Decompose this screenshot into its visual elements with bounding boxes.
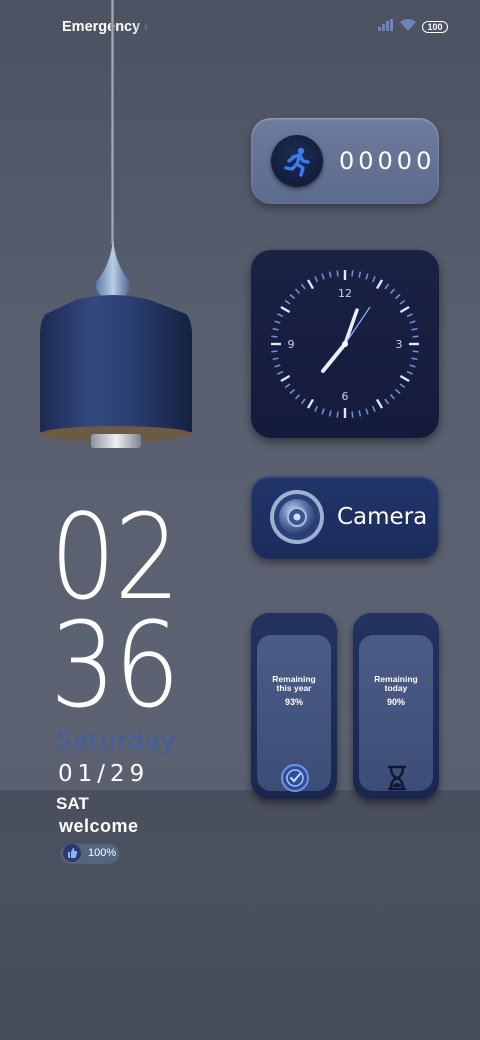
status-carrier: Emergency c <box>62 19 148 35</box>
clock-tick <box>300 283 306 290</box>
battery-pill-text: 100% <box>88 847 117 859</box>
camera-lens-icon <box>270 490 324 544</box>
clock-tick <box>284 299 291 305</box>
clock-tick <box>271 350 278 353</box>
remaining-today-title: Remaining today <box>359 675 433 693</box>
clock-tick <box>358 410 362 417</box>
clock-tick <box>277 313 284 318</box>
clock-check-icon <box>281 764 309 792</box>
clock-tick <box>336 411 339 418</box>
clock-tick <box>389 393 396 400</box>
steps-widget[interactable]: 00000 <box>251 118 439 204</box>
clock-tick <box>328 410 332 417</box>
clock-tick <box>289 293 296 300</box>
remaining-today-percent: 90% <box>386 697 405 707</box>
clock-tick <box>406 313 413 318</box>
clock-tick <box>412 350 419 353</box>
clock-tick <box>321 273 325 280</box>
clock-tick <box>274 364 281 368</box>
clock-tick <box>365 408 369 415</box>
signal-icon <box>378 18 394 36</box>
clock-face: 12 3 6 9 <box>271 270 419 418</box>
clock-tick <box>294 288 301 295</box>
clock-tick <box>375 398 384 409</box>
pendant-lamp <box>40 240 192 448</box>
remaining-today-widget[interactable]: Remaining today 90% <box>353 613 439 799</box>
battery-pill[interactable]: 100% <box>60 842 120 864</box>
day-name: Saturday <box>56 726 177 755</box>
clock-tick <box>328 271 332 278</box>
date: 01/29 <box>58 761 150 787</box>
clock-numeral-3: 3 <box>396 338 403 351</box>
clock-tick <box>365 273 369 280</box>
clock-tick <box>271 335 278 338</box>
clock-center <box>342 341 348 347</box>
camera-widget[interactable]: Camera <box>251 476 439 559</box>
clock-tick <box>277 370 284 375</box>
clock-tick <box>274 320 281 324</box>
remaining-year-title: Remaining this year <box>257 675 331 693</box>
clock-tick <box>375 279 384 290</box>
clock-tick <box>411 357 418 361</box>
clock-tick <box>306 398 315 409</box>
remaining-today-title-line2: today <box>384 683 408 693</box>
clock-tick <box>399 305 410 314</box>
clock-tick <box>399 383 406 389</box>
clock-tick <box>411 327 418 331</box>
remaining-today-card: Remaining today 90% <box>359 635 433 791</box>
clock-tick <box>314 405 319 412</box>
clock-tick <box>406 370 413 375</box>
clock-tick <box>384 398 390 405</box>
welcome-text: welcome <box>59 816 139 836</box>
clock-tick <box>384 283 390 290</box>
clock-tick <box>289 388 296 395</box>
remaining-year-card: Remaining this year 93% <box>257 635 331 792</box>
clock-tick <box>409 320 416 324</box>
status-icons: 100 <box>378 18 448 36</box>
clock-tick <box>351 270 354 277</box>
clock-tick <box>371 405 376 412</box>
clock-numeral-9: 9 <box>288 338 295 351</box>
lamp-cord <box>111 0 114 244</box>
clock-tick <box>284 383 291 389</box>
time-minutes: 36 <box>50 596 180 734</box>
hour-hand <box>321 342 347 373</box>
clock-tick <box>300 398 306 405</box>
analog-clock-widget[interactable]: 12 3 6 9 <box>251 250 439 438</box>
wifi-icon <box>400 18 416 36</box>
clock-tick <box>280 374 291 383</box>
minute-hand <box>343 308 359 346</box>
clock-tick <box>294 393 301 400</box>
clock-tick <box>306 279 315 290</box>
camera-label: Camera <box>337 504 428 530</box>
clock-tick <box>394 388 401 395</box>
clock-tick <box>399 374 410 383</box>
day-short: SAT <box>56 794 89 813</box>
remaining-year-title-line2: this year <box>276 683 312 693</box>
clock-tick <box>412 335 419 338</box>
remaining-year-widget[interactable]: Remaining this year 93% <box>251 613 337 799</box>
steps-count: 00000 <box>339 147 436 175</box>
clock-numeral-6: 6 <box>342 390 349 403</box>
clock-tick <box>272 357 279 361</box>
clock-tick <box>272 327 279 331</box>
clock-tick <box>394 293 401 300</box>
running-person-icon <box>271 135 323 187</box>
clock-tick <box>336 270 339 277</box>
clock-tick <box>351 411 354 418</box>
clock-tick <box>389 288 396 295</box>
clock-tick <box>358 271 362 278</box>
clock-tick <box>409 364 416 368</box>
thumb-icon <box>63 844 81 862</box>
clock-numeral-12: 12 <box>338 287 352 300</box>
clock-tick <box>321 408 325 415</box>
hourglass-icon <box>387 765 407 791</box>
battery-icon: 100 <box>422 21 448 33</box>
clock-tick <box>280 305 291 314</box>
remaining-year-percent: 93% <box>284 697 303 707</box>
clock-tick <box>371 276 376 283</box>
clock-tick <box>399 299 406 305</box>
clock-tick <box>314 276 319 283</box>
